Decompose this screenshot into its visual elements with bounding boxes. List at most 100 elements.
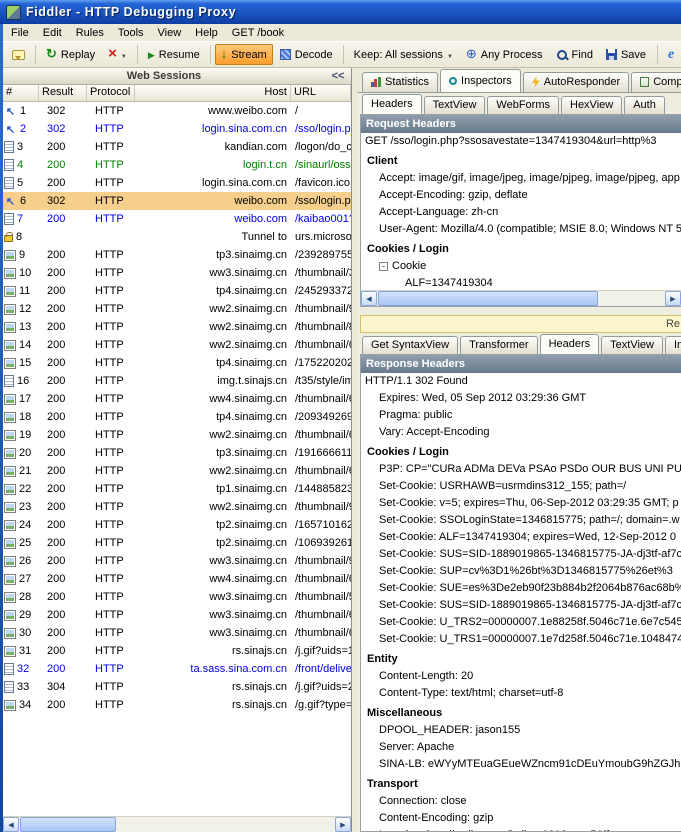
request-tab-webforms[interactable]: WebForms [487,96,559,114]
header-row[interactable]: Expires: Wed, 05 Sep 2012 03:29:36 GMT [361,390,681,407]
request-h-scrollbar[interactable] [361,290,681,306]
header-row[interactable]: Accept-Encoding: gzip, deflate [361,187,681,204]
tab-inspectors[interactable]: Inspectors [440,69,521,92]
find-button[interactable]: Find [550,45,599,65]
session-row[interactable]: 7200HTTPweibo.com/kaibao001?wvr= [3,210,351,228]
request-tab-textview[interactable]: TextView [424,96,486,114]
any-process-button[interactable]: Any Process [460,44,549,65]
collapse-panel-button[interactable]: << [325,70,351,82]
header-row[interactable]: Set-Cookie: SSOLoginState=1346815775; pa… [361,512,681,529]
request-tab-hexview[interactable]: HexView [561,96,622,114]
session-row[interactable]: 32200HTTPta.sass.sina.com.cn/front/deliv… [3,660,351,678]
session-row[interactable]: 4200HTTPlogin.t.cn/sinaurl/oss.json [3,156,351,174]
request-tab-headers[interactable]: Headers [362,94,422,114]
session-row[interactable]: 22200HTTPtp1.sinaimg.cn/1448858232/50 [3,480,351,498]
column-header-protocol[interactable]: Protocol [87,85,135,101]
session-row[interactable]: 8Tunnel tours.microsoft.c [3,228,351,246]
session-row[interactable]: 29200HTTPww3.sinaimg.cn/thumbnail/684f [3,606,351,624]
title-bar[interactable]: Fiddler - HTTP Debugging Proxy [0,0,681,24]
header-row[interactable]: Set-Cookie: ALF=1347419304; expires=Wed,… [361,529,681,546]
header-row[interactable]: Pragma: public [361,407,681,424]
header-row[interactable]: Accept-Language: zh-cn [361,204,681,221]
session-row[interactable]: 30200HTTPww3.sinaimg.cn/thumbnail/624c [3,624,351,642]
session-row[interactable]: 17200HTTPww4.sinaimg.cn/thumbnail/6870 [3,390,351,408]
resume-button[interactable]: Resume [142,45,206,65]
column-header-url[interactable]: URL [291,85,351,101]
launch-ie-button[interactable] [662,45,680,65]
header-row[interactable]: Set-Cookie: U_TRS2=00000007.1e88258f.504… [361,614,681,631]
scroll-track[interactable] [117,817,335,832]
scroll-left-button[interactable] [3,817,19,832]
header-row[interactable]: User-Agent: Mozilla/4.0 (compatible; MSI… [361,221,681,238]
header-row[interactable]: Server: Apache [361,739,681,756]
stream-toggle-button[interactable]: Stream [215,44,273,65]
tab-statistics[interactable]: Statistics [362,72,438,92]
session-row[interactable]: 13200HTTPww2.sinaimg.cn/thumbnail/8fac [3,318,351,336]
scroll-left-button[interactable] [361,291,377,306]
scroll-thumb[interactable] [378,291,598,306]
response-tab-im[interactable]: Im [665,336,681,354]
header-row[interactable]: Set-Cookie: SUS=SID-1889019865-134681577… [361,597,681,614]
response-tab-transformer[interactable]: Transformer [460,336,538,354]
session-row[interactable]: 12200HTTPww2.sinaimg.cn/thumbnail/9234 [3,300,351,318]
menu-item-file[interactable]: File [4,26,36,40]
header-row[interactable]: SINA-LB: eWYyMTEuaGEueWZncm91cDEuYmoubG9… [361,756,681,773]
menu-item-edit[interactable]: Edit [36,26,69,40]
menu-item-get-book[interactable]: GET /book [225,26,291,40]
comment-button[interactable] [6,46,31,64]
header-row[interactable]: DPOOL_HEADER: jason155 [361,722,681,739]
menu-item-view[interactable]: View [151,26,189,40]
header-row[interactable]: P3P: CP="CURa ADMa DEVa PSAo PSDo OUR BU… [361,461,681,478]
decode-toggle-button[interactable]: Decode [274,45,339,65]
tab-autoresponder[interactable]: AutoResponder [523,72,629,92]
header-row[interactable]: Content-Length: 20 [361,668,681,685]
header-row[interactable]: Location: http://weibo.com/kaibao001?wvr… [361,827,681,831]
session-row[interactable]: 11200HTTPtp4.sinaimg.cn/2452933723/50 [3,282,351,300]
session-row[interactable]: 18200HTTPtp4.sinaimg.cn/2093492691/50 [3,408,351,426]
header-row[interactable]: Set-Cookie: U_TRS1=00000007.1e7d258f.504… [361,631,681,648]
session-row[interactable]: 34200HTTPrs.sinajs.cn/g.gif?type=1&t [3,696,351,714]
menu-item-rules[interactable]: Rules [69,26,111,40]
header-row[interactable]: Set-Cookie: v=5; expires=Thu, 06-Sep-201… [361,495,681,512]
header-row[interactable]: Accept: image/gif, image/jpeg, image/pjp… [361,170,681,187]
header-group-row[interactable]: Cookies / Login [361,444,681,461]
session-row[interactable]: 21200HTTPww2.sinaimg.cn/thumbnail/6106 [3,462,351,480]
tab-comp[interactable]: Comp [631,72,681,92]
header-group-row[interactable]: Cookies / Login [361,241,681,258]
header-row[interactable]: Set-Cookie: SUS=SID-1889019865-134681577… [361,546,681,563]
remove-sessions-button[interactable] [102,44,133,65]
scroll-right-button[interactable] [335,817,351,832]
session-row[interactable]: 28200HTTPww3.sinaimg.cn/thumbnail/56ab [3,588,351,606]
scroll-thumb[interactable] [20,817,116,832]
session-row[interactable]: 31200HTTPrs.sinajs.cn/j.gif?uids=1421 [3,642,351,660]
header-row[interactable]: Set-Cookie: USRHAWB=usrmdins312_155; pat… [361,478,681,495]
replay-button[interactable]: Replay [40,44,101,65]
save-button[interactable]: Save [600,45,652,65]
session-row[interactable]: 5200HTTPlogin.sina.com.cn/favicon.ico [3,174,351,192]
session-row[interactable]: 26200HTTPww3.sinaimg.cn/thumbnail/9b62 [3,552,351,570]
session-row[interactable]: 15200HTTPtp4.sinaimg.cn/1752202027/50 [3,354,351,372]
response-tab-textview[interactable]: TextView [601,336,663,354]
collapse-box-icon[interactable]: - [379,262,388,271]
header-row[interactable]: Content-Type: text/html; charset=utf-8 [361,685,681,702]
response-tab-headers[interactable]: Headers [540,334,600,354]
header-row[interactable]: Set-Cookie: SUP=cv%3D1%26bt%3D1346815775… [361,563,681,580]
session-row[interactable]: 33304HTTPrs.sinajs.cn/j.gif?uids=2072 [3,678,351,696]
session-row[interactable]: 27200HTTPww4.sinaimg.cn/thumbnail/61e6 [3,570,351,588]
header-row[interactable]: Vary: Accept-Encoding [361,424,681,441]
sessions-h-scrollbar[interactable] [3,816,351,832]
session-row[interactable]: 10200HTTPww3.sinaimg.cn/thumbnail/3feb [3,264,351,282]
session-row[interactable]: 14200HTTPww2.sinaimg.cn/thumbnail/6482 [3,336,351,354]
request-tab-auth[interactable]: Auth [624,96,665,114]
session-row[interactable]: 20200HTTPtp3.sinaimg.cn/1916666114/50 [3,444,351,462]
header-group-row[interactable]: Client [361,153,681,170]
header-row[interactable]: Content-Encoding: gzip [361,810,681,827]
keep-sessions-dropdown[interactable]: Keep: All sessions [348,45,459,65]
scroll-track[interactable] [599,291,665,306]
header-group-row[interactable]: Miscellaneous [361,705,681,722]
response-tab-get-syntaxview[interactable]: Get SyntaxView [362,336,458,354]
session-row[interactable]: 9200HTTPtp3.sinaimg.cn/2392897554/50 [3,246,351,264]
session-row[interactable]: 19200HTTPww2.sinaimg.cn/thumbnail/6391 [3,426,351,444]
header-group-row[interactable]: Transport [361,776,681,793]
scroll-right-button[interactable] [665,291,681,306]
